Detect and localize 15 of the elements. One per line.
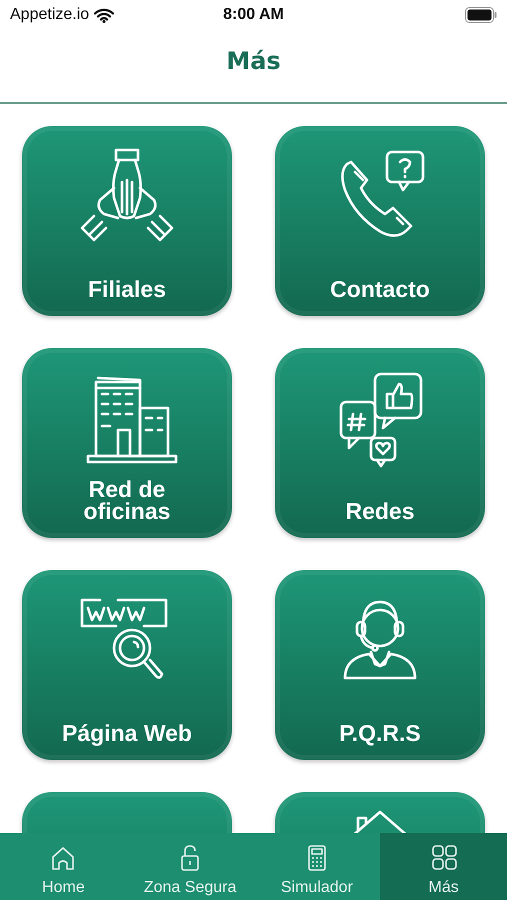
battery-icon — [465, 7, 497, 23]
menu-tile[interactable]: Red de oficinas — [22, 348, 232, 538]
carrier-name: Appetize.io — [10, 6, 90, 24]
tab-bar-item[interactable]: Simulador — [254, 833, 380, 900]
status-time: 8:00 AM — [222, 6, 285, 24]
wifi-icon — [94, 8, 114, 22]
menu-tile[interactable]: Contacto — [275, 126, 485, 316]
menu-tile[interactable]: Página Web — [22, 570, 232, 760]
tab-bar-item[interactable]: Zona Segura — [126, 833, 254, 900]
page-title: Más — [226, 47, 281, 75]
menu-tile[interactable]: Filiales — [22, 126, 232, 316]
tab-bar-item[interactable]: Home — [0, 833, 127, 900]
tab-bar-item[interactable]: Más — [380, 833, 507, 900]
menu-tile[interactable]: Redes — [275, 348, 485, 538]
menu-tile[interactable]: P.Q.R.S — [275, 570, 485, 760]
